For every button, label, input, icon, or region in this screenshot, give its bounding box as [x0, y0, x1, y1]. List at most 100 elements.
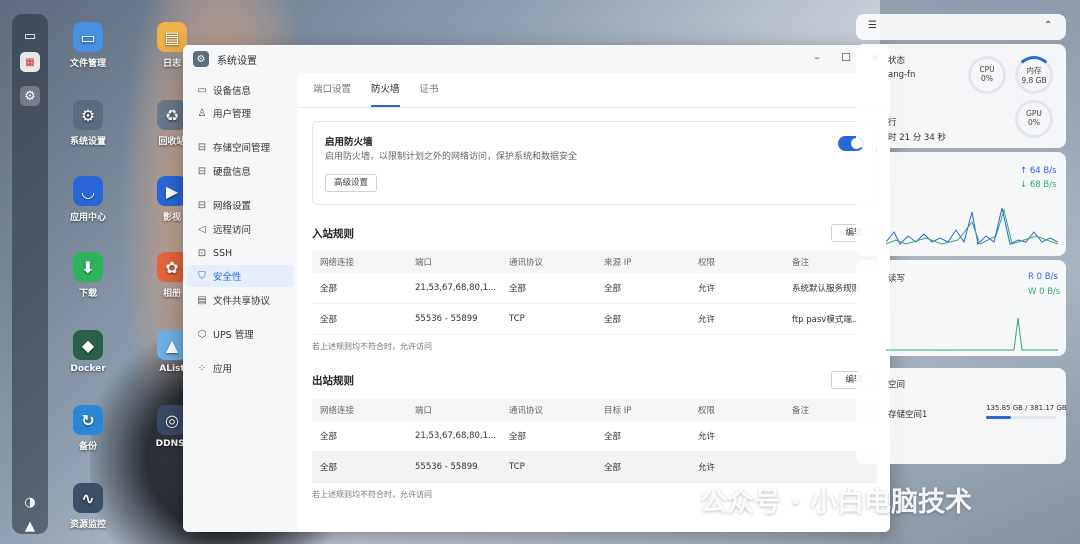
- outbound-default-note: 若上述规则均不符合时，允许访问: [312, 490, 432, 499]
- settings-main: 端口设置 防火墙 证书 启用防火墙 启用防火墙，以限制计划之外的网络访问，保护系…: [298, 73, 890, 532]
- column-header: 网络连接: [320, 406, 355, 416]
- column-header: 目标 IP: [604, 406, 632, 416]
- table-cell: 全部: [604, 432, 622, 442]
- desktop-icon-download[interactable]: ⬇ 下载: [53, 252, 123, 299]
- desktop-icon-docker[interactable]: ◆ Docker: [53, 330, 123, 374]
- table-header: 网络连接 端口 通讯协议 目标 IP 权限 备注: [312, 399, 877, 421]
- column-header: 来源 IP: [604, 258, 632, 268]
- outbound-rules-table: 网络连接 端口 通讯协议 目标 IP 权限 备注 全部 21,53,67,68,80,1...…: [312, 399, 877, 483]
- network-chart: [886, 207, 1058, 246]
- maximize-button[interactable]: ☐: [838, 51, 854, 64]
- desktop-icon-system-settings[interactable]: ⚙ 系统设置: [53, 100, 123, 147]
- window-titlebar[interactable]: ⚙ 系统设置 – ☐ ×: [183, 45, 890, 73]
- column-header: 网络连接: [320, 258, 355, 268]
- table-row[interactable]: 全部 21,53,67,68,80,1... 全部 全部 允许 系统默认服务规则: [312, 273, 877, 304]
- watermark-text: 公众号 · 小白电脑技术: [700, 487, 973, 518]
- tab-divider: [298, 107, 890, 108]
- file-manager-icon: ▭: [73, 22, 103, 52]
- status-widget: 状态 ang-fn 行 时 21 分 34 秒 CPU 0% 内存 9.8 GB…: [856, 44, 1066, 148]
- sidebar-item-apps[interactable]: ⁘ 应用: [187, 357, 293, 379]
- table-cell: 允许: [698, 284, 716, 294]
- table-cell: 全部: [604, 463, 622, 473]
- desktop-icon-label: 资源监控: [69, 520, 106, 530]
- sidebar-item-user-management[interactable]: ♙ 用户管理: [187, 102, 293, 124]
- table-row[interactable]: 全部 55536 - 55899 TCP 全部 允许: [312, 452, 877, 483]
- outbound-rules-title: 出站规则: [312, 375, 354, 387]
- disk-info-icon: ⊟: [197, 165, 207, 177]
- column-header: 通讯协议: [509, 258, 544, 268]
- memory-gauge: 内存 9.8 GB: [1015, 56, 1053, 94]
- user-management-icon: ♙: [197, 107, 207, 119]
- sidebar-item-label: 网络设置: [213, 201, 252, 212]
- table-cell: 21,53,67,68,80,1...: [415, 283, 497, 293]
- table-row[interactable]: 全部 21,53,67,68,80,1... 全部 全部 允许: [312, 421, 877, 452]
- apps-icon: ⁘: [197, 362, 207, 374]
- table-cell: ftp pasv模式端...: [792, 315, 860, 325]
- collapse-icon[interactable]: ⌃: [1044, 20, 1052, 31]
- table-header: 网络连接 端口 通讯协议 来源 IP 权限 备注: [312, 251, 877, 273]
- sidebar-item-file-sharing[interactable]: ▤ 文件共享协议: [187, 289, 293, 311]
- filter-icon[interactable]: ☰: [868, 20, 877, 31]
- disk-io-chart: [886, 317, 1058, 351]
- table-row[interactable]: 全部 55536 - 55899 TCP 全部 允许 ftp pasv模式端...: [312, 304, 877, 335]
- column-header: 通讯协议: [509, 406, 544, 416]
- gpu-value: 0%: [1028, 118, 1040, 127]
- storage-widget: 空间 存储空间1 135.85 GB / 381.17 GB: [856, 368, 1067, 464]
- sidebar-item-label: 硬盘信息: [213, 167, 252, 178]
- apps-grid-icon[interactable]: ▦: [20, 52, 40, 72]
- network-download: ↓ 68 B/s: [1020, 180, 1057, 190]
- sidebar-item-ssh[interactable]: ⊡ SSH: [187, 242, 293, 264]
- tab-firewall[interactable]: 防火墙: [371, 83, 400, 107]
- file-sharing-icon: ▤: [197, 294, 207, 306]
- system-settings-icon: ⚙: [73, 100, 103, 130]
- column-header: 备注: [792, 258, 810, 268]
- memory-value: 9.8 GB: [1021, 76, 1047, 85]
- settings-gear-icon[interactable]: ⚙: [20, 86, 40, 106]
- sidebar-item-device-info[interactable]: ▭ 设备信息: [187, 79, 293, 101]
- remote-access-icon: ◁: [198, 223, 206, 235]
- desktop-icon-file-manager[interactable]: ▭ 文件管理: [53, 22, 123, 69]
- table-cell: 允许: [698, 315, 716, 325]
- gpu-gauge: GPU 0%: [1015, 100, 1053, 138]
- gpu-label: GPU: [1026, 109, 1042, 118]
- sidebar-item-storage-management[interactable]: ⊟ 存储空间管理: [187, 136, 293, 158]
- table-cell: 全部: [509, 432, 527, 442]
- minimize-button[interactable]: –: [809, 51, 825, 64]
- desktop-icon-backup[interactable]: ↻ 备份: [53, 405, 123, 452]
- sidebar-item-disk-info[interactable]: ⊟ 硬盘信息: [187, 160, 293, 182]
- desktop-icon-app-center[interactable]: ◡ 应用中心: [53, 176, 123, 223]
- sidebar-item-label: SSH: [213, 247, 233, 259]
- sidebar-item-label: UPS 管理: [213, 330, 254, 341]
- advanced-settings-button[interactable]: 高级设置: [325, 174, 378, 192]
- disk-read: R 0 B/s: [1028, 272, 1058, 282]
- disk-io-title: 读写: [888, 274, 906, 284]
- table-cell: TCP: [509, 314, 525, 324]
- sidebar-item-label: 设备信息: [213, 86, 252, 97]
- tab-port-settings[interactable]: 端口设置: [313, 83, 351, 107]
- firewall-card: 启用防火墙 启用防火墙，以限制计划之外的网络访问，保护系统和数据安全 高级设置: [312, 121, 877, 205]
- theme-icon[interactable]: ◑: [20, 492, 40, 512]
- uptime-value: 时 21 分 34 秒: [888, 133, 946, 143]
- firewall-title: 启用防火墙: [325, 137, 373, 148]
- ups-management-icon: ⬡: [197, 328, 207, 340]
- sidebar-item-remote-access[interactable]: ◁ 远程访问: [187, 218, 293, 240]
- desktop-icon-label: 文件管理: [69, 59, 106, 69]
- sidebar-item-network-settings[interactable]: ⊟ 网络设置: [187, 194, 293, 216]
- table-cell: 全部: [604, 284, 622, 294]
- table-cell: 允许: [698, 432, 716, 442]
- app-center-icon: ◡: [73, 176, 103, 206]
- sidebar-item-label: 应用: [213, 364, 233, 375]
- notification-bell-icon[interactable]: ▲: [20, 516, 40, 536]
- desktop-icon-resource-monitor[interactable]: ∿ 资源监控: [53, 483, 123, 530]
- tab-certificate[interactable]: 证书: [420, 83, 439, 107]
- table-cell: 全部: [320, 315, 338, 325]
- table-cell: TCP: [509, 462, 525, 472]
- storage-bar: [986, 416, 1056, 419]
- storage-title: 空间: [888, 380, 906, 390]
- download-icon: ⬇: [73, 252, 103, 282]
- monitor-icon[interactable]: ▭: [20, 26, 40, 46]
- sidebar-item-ups-management[interactable]: ⬡ UPS 管理: [187, 323, 293, 345]
- sidebar-item-security[interactable]: ⛉ 安全性: [187, 265, 293, 287]
- column-header: 端口: [415, 258, 433, 268]
- inbound-rules-table: 网络连接 端口 通讯协议 来源 IP 权限 备注 全部 21,53,67,68,80,1...…: [312, 251, 877, 335]
